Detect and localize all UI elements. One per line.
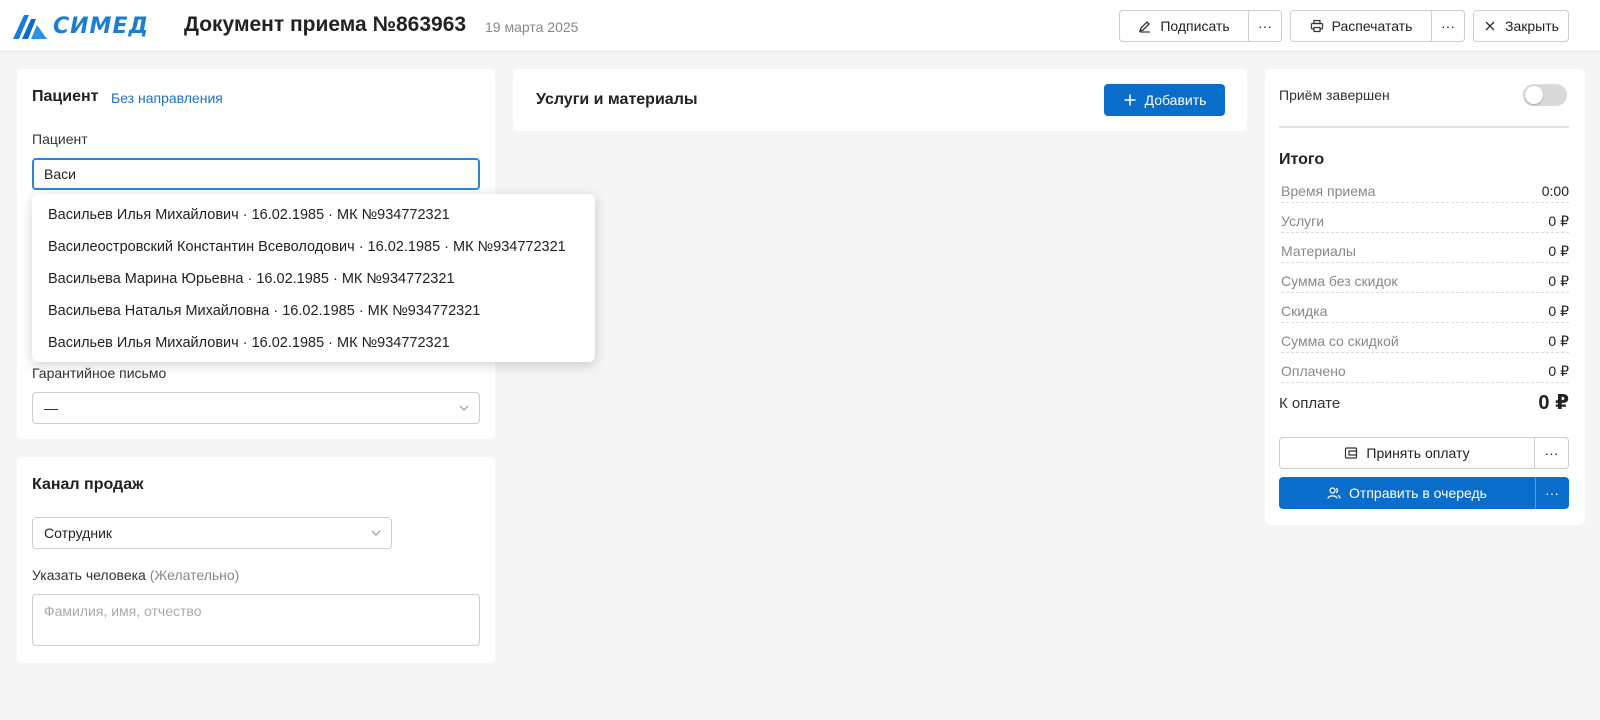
person-label-text: Указать человека [32, 567, 146, 583]
person-name-textarea[interactable]: Фамилия, имя, отчество [32, 594, 480, 646]
chevron-down-icon [371, 530, 381, 536]
sales-channel-select[interactable]: Сотрудник [32, 517, 392, 549]
summary-row-value: 0 ₽ [1548, 303, 1569, 319]
close-button[interactable]: Закрыть [1473, 10, 1569, 42]
patient-suggestion-item[interactable]: Васильев Илья Михайлович · 16.02.1985 · … [48, 207, 450, 223]
person-name-placeholder: Фамилия, имя, отчество [44, 603, 202, 619]
sales-channel-value: Сотрудник [44, 525, 113, 541]
summary-row-label: Материалы [1281, 243, 1356, 259]
more-icon: ··· [1544, 445, 1559, 461]
payment-more-button[interactable]: ··· [1535, 437, 1569, 469]
guarantee-letter-value: — [44, 400, 58, 416]
summary-card: Приём завершен Итого Время приема 0:00 Ус… [1265, 69, 1585, 525]
summary-row: Сумма без скидок 0 ₽ [1281, 273, 1569, 293]
person-field-label: Указать человека (Желательно) [32, 567, 239, 583]
sales-channel-title: Канал продаж [32, 476, 144, 493]
more-icon: ··· [1441, 18, 1455, 34]
referral-link[interactable]: Без направления [111, 90, 223, 106]
top-bar: СИМЕД Документ приема №863963 19 марта 2… [0, 0, 1600, 52]
guarantee-letter-select[interactable]: — [32, 392, 480, 424]
completed-toggle[interactable] [1523, 84, 1567, 106]
patient-suggestion-item[interactable]: Васильева Наталья Михайловна · 16.02.198… [48, 303, 480, 319]
completed-label: Приём завершен [1279, 87, 1390, 103]
person-label-hint: (Желательно) [149, 567, 240, 583]
summary-row-value: 0 ₽ [1548, 363, 1569, 379]
print-button[interactable]: Распечатать [1290, 10, 1432, 42]
summary-row-value: 0:00 [1541, 183, 1569, 199]
printer-icon [1310, 19, 1323, 33]
sign-button-label: Подписать [1160, 18, 1230, 34]
users-icon [1327, 487, 1341, 499]
total-title: Итого [1279, 151, 1325, 168]
print-button-label: Распечатать [1331, 18, 1413, 34]
queue-more-button[interactable]: ··· [1535, 477, 1569, 509]
summary-row-label: Сумма со скидкой [1281, 333, 1399, 349]
summary-row-label: Сумма без скидок [1281, 273, 1398, 289]
wallet-icon [1345, 447, 1358, 459]
patient-suggestion-item[interactable]: Васильева Марина Юрьевна · 16.02.1985 · … [48, 271, 455, 287]
send-to-queue-label: Отправить в очередь [1349, 485, 1487, 501]
document-date: 19 марта 2025 [485, 19, 579, 35]
summary-row: Оплачено 0 ₽ [1281, 363, 1569, 383]
guarantee-letter-label: Гарантийное письмо [32, 365, 167, 381]
add-service-button[interactable]: Добавить [1104, 84, 1225, 116]
summary-row-label: Скидка [1281, 303, 1328, 319]
summary-row: Время приема 0:00 [1281, 183, 1569, 203]
summary-row-value: 0 ₽ [1548, 243, 1569, 259]
divider [1279, 126, 1569, 128]
patient-suggestion-item[interactable]: Василеостровский Константин Всеволодович… [48, 239, 566, 255]
add-service-label: Добавить [1144, 92, 1207, 108]
patient-search-value: Васи [44, 166, 76, 182]
patient-field-label: Пациент [32, 131, 88, 147]
sign-more-button[interactable]: ··· [1249, 10, 1282, 42]
page-title: Документ приема №863963 [184, 13, 467, 36]
services-card: Услуги и материалы Добавить [513, 69, 1247, 131]
patient-suggestions-dropdown: Васильев Илья Михайлович · 16.02.1985 · … [32, 194, 595, 362]
accept-payment-label: Принять оплату [1366, 445, 1470, 461]
patient-section-title: Пациент [32, 88, 99, 105]
sign-button[interactable]: Подписать [1119, 10, 1249, 42]
summary-row: Скидка 0 ₽ [1281, 303, 1569, 323]
to-pay-value: 0 ₽ [1538, 392, 1569, 414]
chevron-down-icon [459, 405, 469, 411]
plus-icon [1124, 94, 1136, 106]
logo: СИМЕД [13, 13, 149, 39]
close-button-label: Закрыть [1505, 18, 1559, 34]
summary-row-label: Время приема [1281, 183, 1376, 199]
pen-icon [1139, 21, 1151, 33]
brand-mark-icon [13, 15, 47, 39]
patient-suggestion-item[interactable]: Васильев Илья Михайлович · 16.02.1985 · … [48, 335, 450, 351]
send-to-queue-button[interactable]: Отправить в очередь [1279, 477, 1535, 509]
print-more-button[interactable]: ··· [1432, 10, 1465, 42]
sales-channel-card: Канал продаж Сотрудник Указать человека … [17, 457, 495, 663]
accept-payment-button[interactable]: Принять оплату [1279, 437, 1535, 469]
summary-row-value: 0 ₽ [1548, 273, 1569, 289]
to-pay-label: К оплате [1279, 395, 1341, 412]
summary-row-label: Услуги [1281, 213, 1325, 229]
more-icon: ··· [1258, 18, 1272, 34]
services-title: Услуги и материалы [536, 91, 698, 108]
more-icon: ··· [1545, 485, 1559, 501]
summary-row: Сумма со скидкой 0 ₽ [1281, 333, 1569, 353]
summary-row-value: 0 ₽ [1548, 213, 1569, 229]
patient-search-input[interactable]: Васи [32, 158, 480, 190]
close-icon [1485, 21, 1495, 31]
summary-row-label: Оплачено [1281, 363, 1346, 379]
brand-name: СИМЕД [53, 13, 150, 39]
summary-row-value: 0 ₽ [1548, 333, 1569, 349]
summary-row: Материалы 0 ₽ [1281, 243, 1569, 263]
summary-row: Услуги 0 ₽ [1281, 213, 1569, 233]
